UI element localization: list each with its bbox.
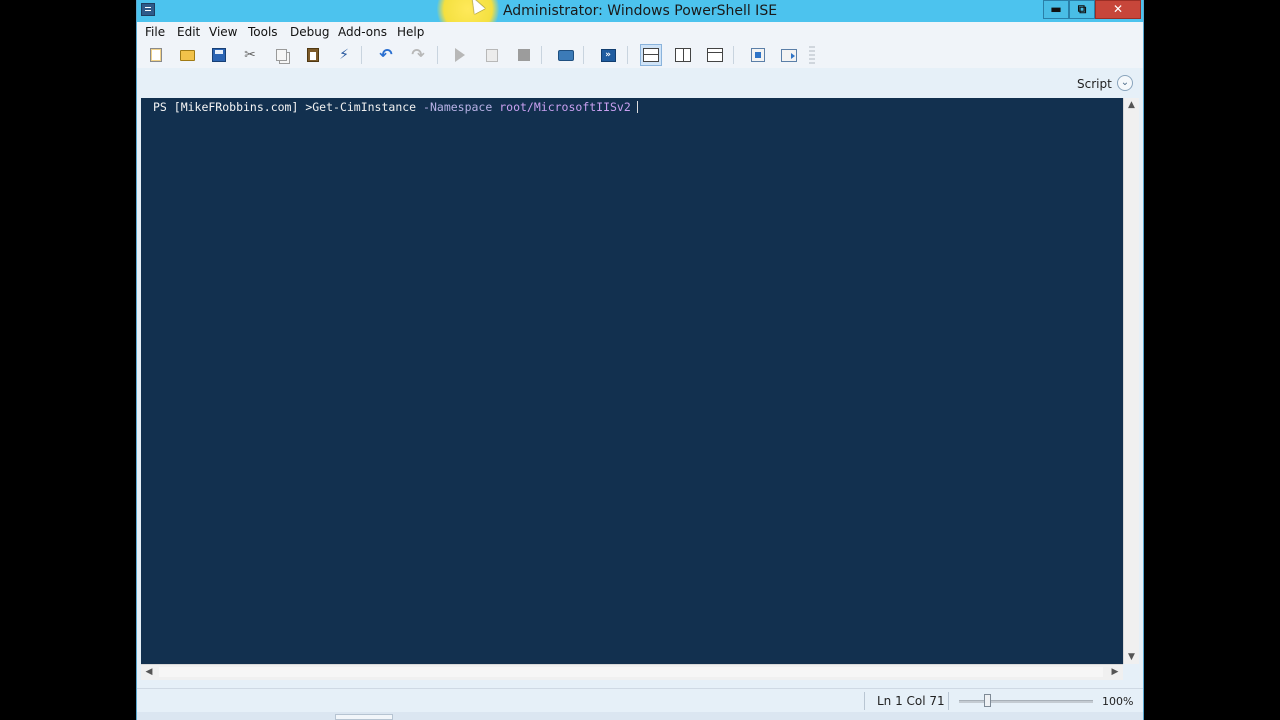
toolbar-separator: [583, 46, 584, 64]
console-input-line[interactable]: PS [MikeFRobbins.com] >Get-CimInstance -…: [153, 100, 638, 114]
run-selection-button[interactable]: [483, 46, 501, 64]
save-button[interactable]: [210, 46, 228, 64]
menu-debug[interactable]: Debug: [290, 25, 329, 39]
layout-script-maximized-icon: [707, 48, 723, 62]
show-command-window-icon: [751, 48, 765, 62]
toolbar-grip[interactable]: [809, 46, 815, 64]
chevron-down-icon[interactable]: ⌄: [1117, 75, 1133, 91]
run-script-icon: [455, 48, 465, 62]
menu-bar: File Edit View Tools Debug Add-ons Help: [137, 22, 1143, 42]
powershell-ise-window: Administrator: Windows PowerShell ISE ▬ …: [136, 0, 1144, 720]
text-caret: [636, 101, 638, 113]
minimize-icon: ▬: [1050, 2, 1062, 16]
restore-button[interactable]: ⧉: [1069, 0, 1095, 19]
scroll-left-icon[interactable]: ◀: [141, 665, 157, 680]
redo-button[interactable]: ↷: [409, 46, 427, 64]
new-remote-tab-button[interactable]: [557, 46, 575, 64]
toolbar-separator: [437, 46, 438, 64]
close-button[interactable]: ✕: [1095, 0, 1141, 19]
window-bottom-edge: [137, 712, 1143, 720]
start-powershell-icon: »: [600, 48, 616, 62]
menu-add-ons[interactable]: Add-ons: [338, 25, 387, 39]
cut-icon: ✂: [244, 47, 256, 63]
redo-icon: ↷: [411, 45, 425, 64]
layout-script-right-icon: [675, 48, 691, 62]
console-command: Get-CimInstance: [312, 100, 417, 114]
console-argument: root/MicrosoftIISv2: [499, 100, 631, 114]
zoom-slider-track[interactable]: [959, 700, 1093, 703]
undo-icon: ↶: [379, 45, 393, 64]
run-script-button[interactable]: [451, 46, 469, 64]
status-separator: [864, 692, 865, 710]
title-bar[interactable]: Administrator: Windows PowerShell ISE ▬ …: [137, 0, 1143, 40]
layout-script-right-button[interactable]: [674, 46, 692, 64]
layout-script-top-button[interactable]: [640, 44, 662, 66]
menu-edit[interactable]: Edit: [177, 25, 200, 39]
vertical-scrollbar[interactable]: ▲ ▼: [1123, 98, 1139, 664]
minimize-button[interactable]: ▬: [1043, 0, 1069, 19]
menu-help[interactable]: Help: [397, 25, 424, 39]
clear-console-icon: ⚡: [339, 47, 349, 63]
start-powershell-button[interactable]: »: [599, 46, 617, 64]
scroll-up-icon[interactable]: ▲: [1124, 98, 1139, 112]
toolbar-separator: [541, 46, 542, 64]
stop-icon: [518, 49, 530, 61]
zoom-level: 100%: [1102, 695, 1134, 708]
stop-operation-button[interactable]: [515, 46, 533, 64]
toolbar-separator: [627, 46, 628, 64]
cut-button[interactable]: ✂: [241, 46, 259, 64]
horizontal-scroll-thumb[interactable]: [159, 667, 1103, 677]
copy-icon: [275, 49, 287, 61]
undo-button[interactable]: ↶: [377, 46, 395, 64]
run-selection-icon: [486, 48, 498, 62]
console-prompt: PS [MikeFRobbins.com] >: [153, 100, 313, 114]
console-parameter: -Namespace: [423, 100, 493, 114]
toolbar-separator: [361, 46, 362, 64]
console-pane[interactable]: PS [MikeFRobbins.com] >Get-CimInstance -…: [141, 98, 1123, 664]
toolbar: ✂ ⚡ ↶ ↷ »: [137, 42, 1143, 69]
copy-button[interactable]: [272, 46, 290, 64]
restore-icon: ⧉: [1077, 2, 1087, 16]
open-icon: [179, 49, 195, 61]
menu-file[interactable]: File: [145, 25, 165, 39]
status-bar: Ln 1 Col 71 100%: [137, 688, 1143, 713]
horizontal-scrollbar[interactable]: ◀ ▶: [141, 664, 1123, 680]
scroll-right-icon[interactable]: ▶: [1107, 665, 1123, 680]
layout-script-top-icon: [643, 48, 659, 62]
new-remote-tab-icon: [558, 49, 574, 61]
show-command-addon-button[interactable]: [780, 46, 798, 64]
menu-view[interactable]: View: [209, 25, 237, 39]
scroll-down-icon[interactable]: ▼: [1124, 650, 1139, 664]
open-button[interactable]: [178, 46, 196, 64]
show-script-pane-label[interactable]: Script: [1077, 77, 1112, 91]
status-separator: [948, 692, 949, 710]
new-button[interactable]: [147, 46, 165, 64]
script-pane-bar: Script ⌄: [137, 68, 1143, 98]
layout-script-maximized-button[interactable]: [706, 46, 724, 64]
toolbar-separator: [733, 46, 734, 64]
close-icon: ✕: [1112, 2, 1124, 16]
bottom-tab[interactable]: [335, 714, 393, 720]
show-command-window-button[interactable]: [749, 46, 767, 64]
save-icon: [212, 48, 226, 62]
clear-console-button[interactable]: ⚡: [335, 46, 353, 64]
menu-tools[interactable]: Tools: [248, 25, 278, 39]
paste-icon: [307, 48, 319, 62]
zoom-slider-thumb[interactable]: [984, 694, 991, 707]
new-icon: [150, 48, 162, 62]
cursor-position: Ln 1 Col 71: [877, 694, 945, 708]
window-title: Administrator: Windows PowerShell ISE: [502, 3, 778, 19]
paste-button[interactable]: [304, 46, 322, 64]
show-command-addon-icon: [781, 48, 797, 62]
